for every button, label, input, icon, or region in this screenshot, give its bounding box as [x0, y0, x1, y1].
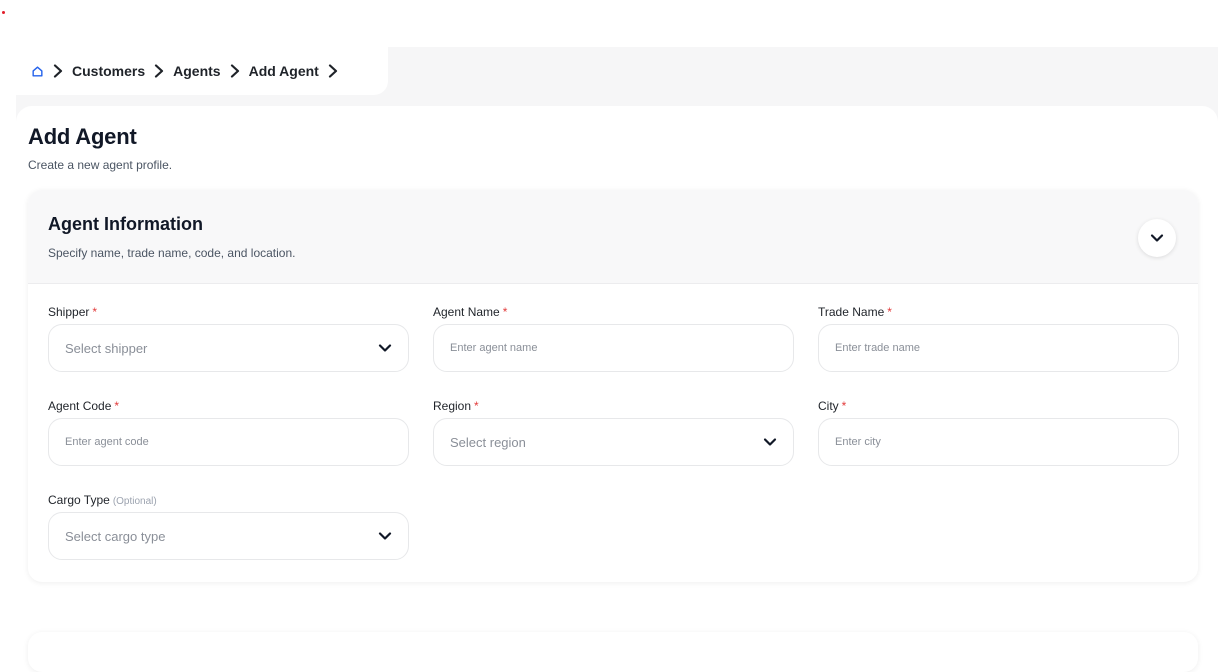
trade-name-input[interactable] [835, 342, 1162, 354]
agent-code-field: Agent Code * [48, 398, 409, 466]
chevron-right-icon [47, 64, 69, 78]
cargo-type-select-value: Select cargo type [65, 528, 166, 544]
agent-name-label: Agent Name [433, 305, 500, 319]
breadcrumb-item-add-agent[interactable]: Add Agent [249, 63, 319, 79]
agent-name-input[interactable] [450, 342, 777, 354]
card-title: Agent Information [48, 214, 203, 234]
shipper-select[interactable]: Select shipper [48, 324, 409, 372]
agent-code-label: Agent Code [48, 399, 112, 413]
marker-dot [2, 11, 5, 14]
field-label: City * [818, 398, 1179, 414]
city-input[interactable] [835, 436, 1162, 448]
main-content: Add Agent Create a new agent profile. Ag… [16, 106, 1218, 672]
breadcrumb: Customers Agents Add Agent [16, 47, 388, 95]
trade-name-control [818, 324, 1179, 372]
agent-information-header[interactable]: Agent Information Specify name, trade na… [28, 190, 1198, 284]
required-marker: * [474, 399, 479, 413]
region-label: Region [433, 399, 472, 413]
page-title: Add Agent [28, 124, 137, 149]
breadcrumb-item-agents[interactable]: Agents [173, 63, 220, 79]
chevron-right-icon [322, 64, 344, 78]
page-subtitle: Create a new agent profile. [28, 158, 173, 172]
city-label: City [818, 399, 839, 413]
home-icon[interactable] [30, 64, 44, 78]
city-control [818, 418, 1179, 466]
trade-name-label: Trade Name [818, 305, 885, 319]
required-marker: * [114, 399, 120, 413]
agent-name-field: Agent Name * [433, 304, 794, 372]
field-label: Agent Code * [48, 398, 409, 414]
region-select-value: Select region [450, 434, 526, 450]
chevron-down-icon [1150, 231, 1164, 245]
agent-name-control [433, 324, 794, 372]
collapse-button[interactable] [1138, 219, 1176, 257]
required-marker: * [502, 305, 508, 319]
shipper-label: Shipper [48, 305, 90, 319]
cargo-type-label: Cargo Type [48, 493, 110, 507]
region-select[interactable]: Select region [433, 418, 794, 466]
cargo-type-field: Cargo Type (Optional) Select cargo type [48, 492, 409, 560]
shipper-field: Shipper * Select shipper [48, 304, 409, 372]
field-label: Cargo Type (Optional) [48, 492, 409, 508]
region-field: Region * Select region [433, 398, 794, 466]
shipper-select-value: Select shipper [65, 340, 148, 356]
optional-marker: (Optional) [112, 496, 157, 507]
city-field: City * [818, 398, 1179, 466]
agent-code-control [48, 418, 409, 466]
trade-name-field: Trade Name * [818, 304, 1179, 372]
chevron-down-icon [378, 529, 392, 543]
chevron-down-icon [763, 435, 777, 449]
chevron-right-icon [224, 64, 246, 78]
field-label: Trade Name * [818, 304, 1179, 320]
field-label: Shipper * [48, 304, 409, 320]
field-label: Region * [433, 398, 794, 414]
cargo-type-select[interactable]: Select cargo type [48, 512, 409, 560]
chevron-down-icon [378, 341, 392, 355]
breadcrumb-item-customers[interactable]: Customers [72, 63, 145, 79]
card-subtitle: Specify name, trade name, code, and loca… [48, 246, 296, 260]
agent-code-input[interactable] [65, 436, 392, 448]
required-marker: * [887, 305, 892, 319]
required-marker: * [841, 399, 847, 413]
required-marker: * [92, 305, 98, 319]
next-section-card [28, 632, 1198, 672]
field-label: Agent Name * [433, 304, 794, 320]
agent-information-card: Agent Information Specify name, trade na… [28, 190, 1198, 582]
chevron-right-icon [148, 64, 170, 78]
